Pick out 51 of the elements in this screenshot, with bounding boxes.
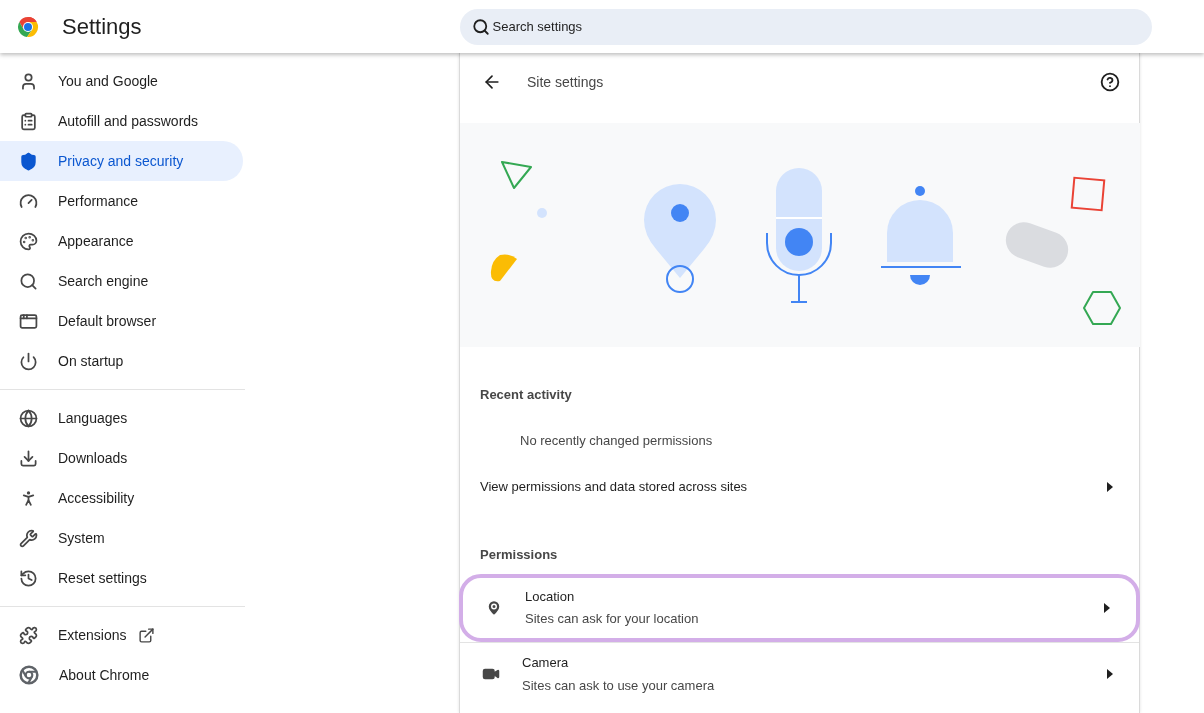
search-field[interactable]: Search settings xyxy=(459,8,1152,45)
sidebar-item[interactable]: Default browser xyxy=(0,301,243,341)
sidebar-item[interactable]: System xyxy=(0,518,243,558)
permission-title: Location xyxy=(525,587,576,606)
sidebar-item[interactable]: About Chrome xyxy=(0,655,243,695)
sidebar-item[interactable]: Reset settings xyxy=(0,558,243,598)
wrench-icon xyxy=(19,528,38,548)
chrome-logo-icon xyxy=(16,14,40,39)
sidebar-item[interactable]: Downloads xyxy=(0,438,243,478)
caret-icon xyxy=(1107,481,1113,492)
sidebar-item[interactable]: You and Google xyxy=(0,61,243,101)
section-heading: Recent activity xyxy=(480,386,573,401)
permission-description: Sites can ask to use your camera xyxy=(522,676,716,695)
permission-title: Camera xyxy=(522,654,570,672)
sidebar-item[interactable]: Languages xyxy=(0,398,243,438)
permission-row[interactable]: Camera Sites can ask to use your camera xyxy=(460,641,1139,706)
chrome-icon xyxy=(19,665,39,685)
help-icon xyxy=(1100,72,1120,92)
clipboard-icon xyxy=(19,111,38,131)
sidebar-item[interactable]: Extensions xyxy=(0,615,243,655)
person-icon xyxy=(19,71,38,91)
section-title: Site settings xyxy=(527,72,605,92)
search-icon xyxy=(19,271,38,291)
sidebar-item[interactable]: On startup xyxy=(0,341,243,381)
shield-icon xyxy=(19,151,38,171)
section-heading: Permissions xyxy=(479,545,559,561)
globe-icon xyxy=(19,408,38,428)
empty-state-text: No recently changed permissions xyxy=(520,432,714,450)
puzzle-icon xyxy=(19,625,38,645)
caret-icon xyxy=(1107,669,1113,679)
sidebar-item[interactable]: Privacy and security xyxy=(0,141,243,181)
permission-row[interactable]: Location Sites can ask for your location xyxy=(459,573,1140,642)
sidebar-item[interactable]: Autofill and passwords xyxy=(0,101,243,141)
permission-description: Sites can ask for your location xyxy=(525,610,700,628)
help-button[interactable] xyxy=(1100,72,1120,92)
external-link-icon xyxy=(138,626,156,644)
page-title: Settings xyxy=(62,13,142,41)
palette-icon xyxy=(19,231,38,251)
history-icon xyxy=(19,568,38,588)
location-pin-icon xyxy=(485,598,503,617)
browser-window-icon xyxy=(19,311,38,331)
gauge-icon xyxy=(19,191,38,211)
sidebar-item[interactable]: Accessibility xyxy=(0,478,243,518)
sidebar-item[interactable]: Appearance xyxy=(0,221,243,261)
download-icon xyxy=(19,448,38,468)
view-permissions-row[interactable]: View permissions and data stored across sites xyxy=(460,462,1139,511)
sidebar-item[interactable]: Search engine xyxy=(0,261,243,301)
search-icon xyxy=(471,17,490,36)
sidebar-item[interactable]: Performance xyxy=(0,181,243,221)
caret-icon xyxy=(1104,602,1110,613)
power-icon xyxy=(19,351,38,371)
